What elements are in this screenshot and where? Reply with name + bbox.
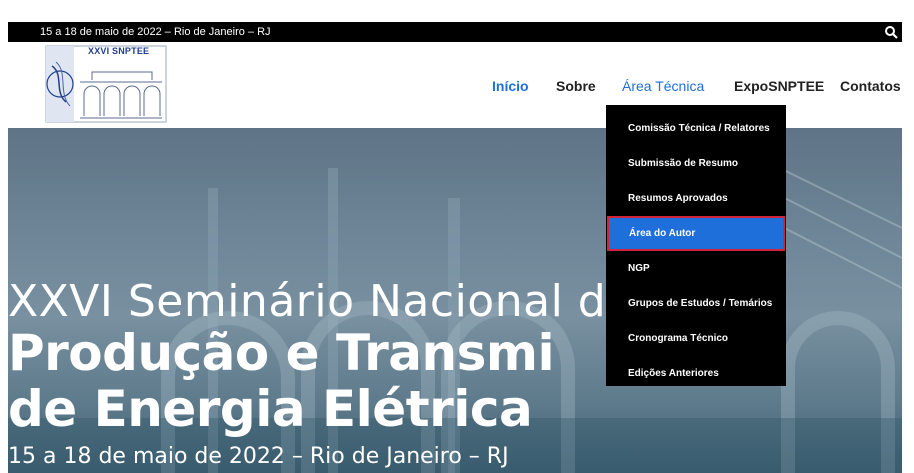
top-info-bar: 15 a 18 de maio de 2022 – Rio de Janeiro… (8, 22, 914, 42)
left-margin (0, 0, 8, 473)
dropdown-item-comissao-tecnica[interactable]: Comissão Técnica / Relatores (606, 111, 786, 146)
hero-date: 15 a 18 de maio de 2022 – Rio de Janeiro… (8, 444, 509, 469)
dropdown-item-edicoes-anteriores[interactable]: Edições Anteriores (606, 356, 786, 391)
hero-title-line-1: XXVI Seminário Nacional de (8, 276, 634, 327)
dropdown-item-resumos-aprovados[interactable]: Resumos Aprovados (606, 181, 786, 216)
dropdown-item-ngp[interactable]: NGP (606, 251, 786, 286)
site-logo[interactable]: XXVI SNPTEE (44, 44, 168, 124)
nav-item-area-tecnica[interactable]: Área Técnica (622, 78, 704, 94)
page: 15 a 18 de maio de 2022 – Rio de Janeiro… (0, 0, 914, 473)
search-icon[interactable] (884, 25, 898, 39)
nav-item-sobre[interactable]: Sobre (556, 78, 596, 94)
hero-title-line-3: de Energia Elétrica (8, 380, 533, 438)
nav-item-exposnptee[interactable]: ExpoSNPTEE (734, 78, 824, 94)
event-date-location: 15 a 18 de maio de 2022 – Rio de Janeiro… (40, 26, 271, 38)
dropdown-item-area-do-autor[interactable]: Área do Autor (607, 216, 785, 251)
nav-item-contatos[interactable]: Contatos (840, 78, 901, 94)
right-margin (902, 0, 914, 473)
dropdown-item-grupos-estudos[interactable]: Grupos de Estudos / Temários (606, 286, 786, 321)
area-tecnica-dropdown-menu: Comissão Técnica / Relatores Submissão d… (606, 105, 786, 386)
nav-item-inicio[interactable]: Início (492, 78, 529, 94)
dropdown-item-submissao-resumo[interactable]: Submissão de Resumo (606, 146, 786, 181)
logo-text: XXVI SNPTEE (88, 46, 150, 56)
hero-title-line-2: Produção e Transmi (8, 324, 555, 382)
dropdown-item-cronograma-tecnico[interactable]: Cronograma Técnico (606, 321, 786, 356)
